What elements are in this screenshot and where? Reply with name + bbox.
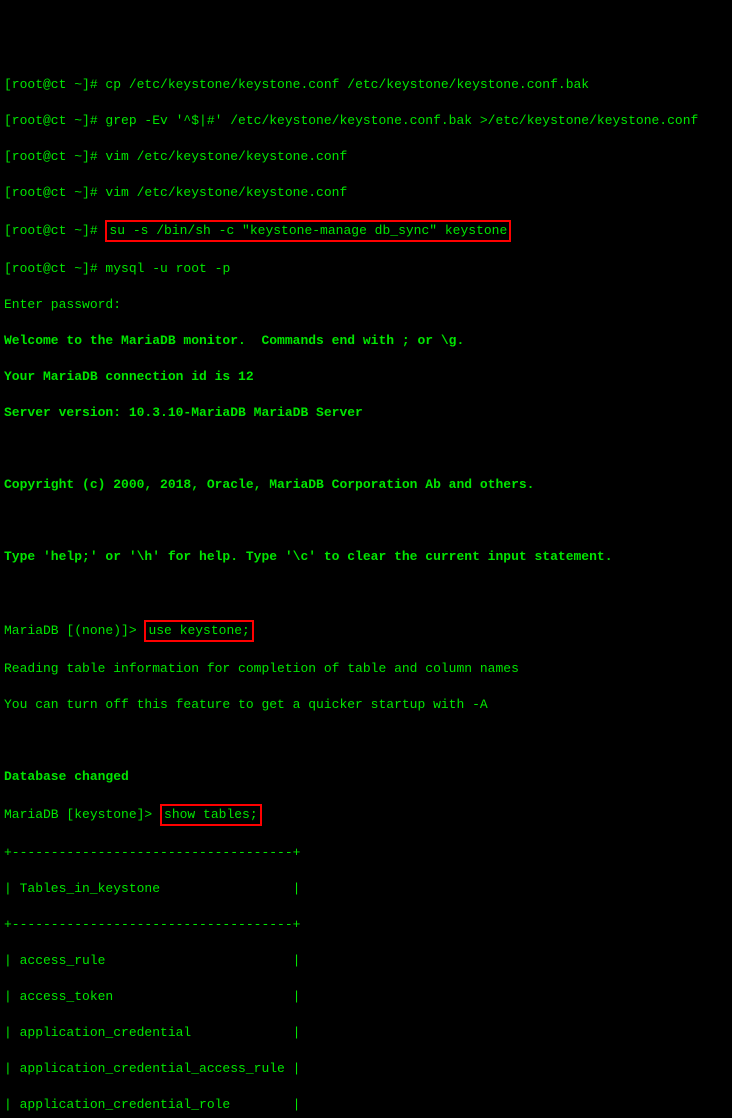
mariadb-show: MariaDB [keystone]> show tables;	[4, 804, 728, 826]
table-row: | application_credential_access_rule |	[4, 1060, 728, 1078]
server-version: Server version: 10.3.10-MariaDB MariaDB …	[4, 404, 728, 422]
prompt: [root@ct ~]#	[4, 113, 105, 128]
enter-password: Enter password:	[4, 296, 728, 314]
cmd-grep: [root@ct ~]# grep -Ev '^$|#' /etc/keysto…	[4, 112, 728, 130]
table-header: | Tables_in_keystone |	[4, 880, 728, 898]
command-text[interactable]: grep -Ev '^$|#' /etc/keystone/keystone.c…	[105, 113, 698, 128]
mariadb-prompt-keystone: MariaDB [keystone]>	[4, 807, 160, 822]
cmd-mysql: [root@ct ~]# mysql -u root -p	[4, 260, 728, 278]
db-changed: Database changed	[4, 768, 728, 786]
turn-off-hint: You can turn off this feature to get a q…	[4, 696, 728, 714]
prompt: [root@ct ~]#	[4, 77, 105, 92]
table-border: +------------------------------------+	[4, 916, 728, 934]
cmd-vim2: [root@ct ~]# vim /etc/keystone/keystone.…	[4, 184, 728, 202]
help-hint: Type 'help;' or '\h' for help. Type '\c'…	[4, 548, 728, 566]
table-border: +------------------------------------+	[4, 844, 728, 862]
blank	[4, 584, 728, 602]
table-row: | access_token |	[4, 988, 728, 1006]
prompt: [root@ct ~]#	[4, 223, 105, 238]
copyright: Copyright (c) 2000, 2018, Oracle, MariaD…	[4, 476, 728, 494]
highlight-box: su -s /bin/sh -c "keystone-manage db_syn…	[105, 220, 511, 242]
command-text[interactable]: show tables;	[164, 807, 258, 822]
prompt: [root@ct ~]#	[4, 261, 105, 276]
command-text[interactable]: vim /etc/keystone/keystone.conf	[105, 149, 347, 164]
blank	[4, 440, 728, 458]
prompt: [root@ct ~]#	[4, 185, 105, 200]
conn-id: Your MariaDB connection id is 12	[4, 368, 728, 386]
cmd-vim1: [root@ct ~]# vim /etc/keystone/keystone.…	[4, 148, 728, 166]
highlight-box: use keystone;	[144, 620, 253, 642]
mariadb-use: MariaDB [(none)]> use keystone;	[4, 620, 728, 642]
command-text[interactable]: cp /etc/keystone/keystone.conf /etc/keys…	[105, 77, 589, 92]
command-text[interactable]: use keystone;	[148, 623, 249, 638]
command-text[interactable]: vim /etc/keystone/keystone.conf	[105, 185, 347, 200]
cmd-cp: [root@ct ~]# cp /etc/keystone/keystone.c…	[4, 76, 728, 94]
table-row: | application_credential |	[4, 1024, 728, 1042]
mariadb-prompt-none: MariaDB [(none)]>	[4, 623, 144, 638]
table-row: | access_rule |	[4, 952, 728, 970]
reading-tables: Reading table information for completion…	[4, 660, 728, 678]
welcome-msg: Welcome to the MariaDB monitor. Commands…	[4, 332, 728, 350]
command-text[interactable]: mysql -u root -p	[105, 261, 230, 276]
highlight-box: show tables;	[160, 804, 262, 826]
prompt: [root@ct ~]#	[4, 149, 105, 164]
command-text[interactable]: su -s /bin/sh -c "keystone-manage db_syn…	[109, 223, 507, 238]
blank	[4, 732, 728, 750]
blank	[4, 512, 728, 530]
table-row: | application_credential_role |	[4, 1096, 728, 1114]
cmd-su-dbsync: [root@ct ~]# su -s /bin/sh -c "keystone-…	[4, 220, 728, 242]
